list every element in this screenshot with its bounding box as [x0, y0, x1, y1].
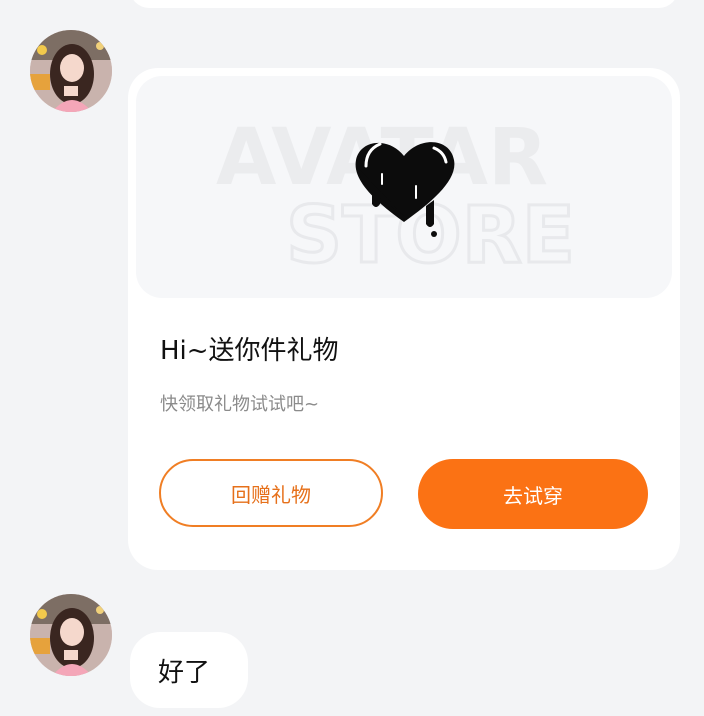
gift-card[interactable]: AVATAR STORE Hi~送你件礼物 快领取礼物试试吧~ 回赠礼物 去试穿 [128, 68, 680, 570]
sender-avatar[interactable] [30, 594, 112, 676]
gift-subtitle: 快领取礼物试试吧~ [160, 394, 320, 415]
message-text: 好了 [158, 657, 211, 688]
sender-avatar[interactable] [30, 30, 112, 112]
gift-title: Hi~送你件礼物 [160, 336, 339, 366]
try-on-button[interactable]: 去试穿 [418, 459, 648, 529]
return-gift-button[interactable]: 回赠礼物 [159, 459, 383, 527]
message-bubble[interactable]: 好了 [130, 632, 248, 708]
banner-graphic: AVATAR STORE [216, 113, 577, 283]
previous-message-bubble [130, 0, 678, 8]
gift-banner: AVATAR STORE [136, 76, 672, 298]
avatar-photo [30, 594, 112, 676]
avatar-photo [30, 30, 112, 112]
